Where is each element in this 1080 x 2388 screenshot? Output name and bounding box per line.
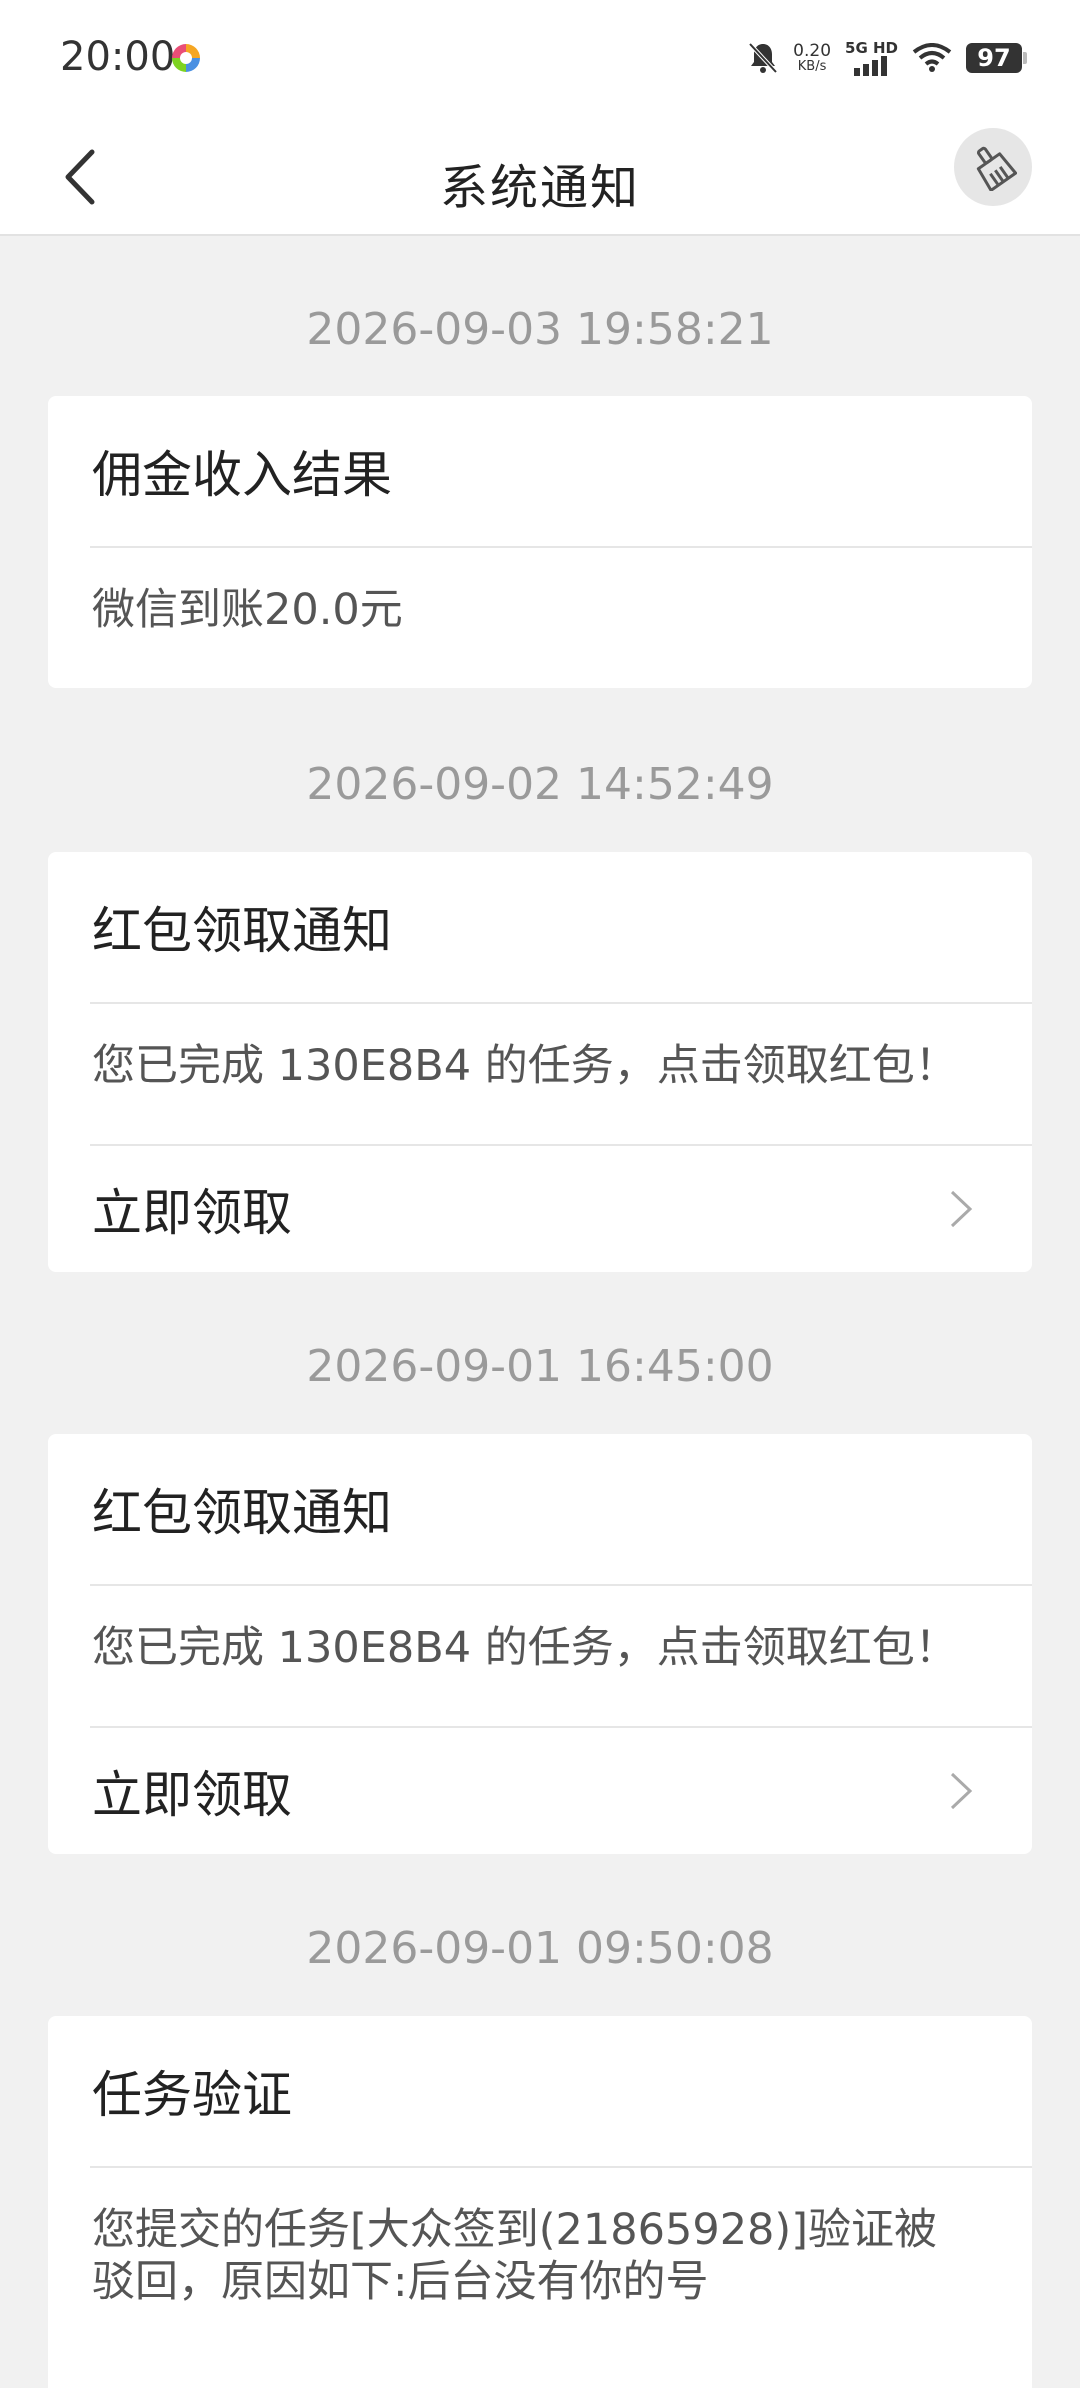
app-icon xyxy=(172,44,200,72)
nav-bar: 系统通知 xyxy=(0,118,1080,236)
status-time: 20:00 xyxy=(60,34,176,80)
notification-body: 您已完成 130E8B4 的任务，点击领取红包！ xyxy=(92,1623,958,1673)
notification-title: 红包领取通知 xyxy=(92,902,392,960)
status-icons: 0.20 KB/s 5G HD 97 xyxy=(747,36,1027,80)
claim-button[interactable]: 立即领取 xyxy=(48,1146,1032,1272)
notification-timestamp: 2026-09-02 14:52:49 xyxy=(306,759,774,810)
page-title: 系统通知 xyxy=(439,160,640,216)
chevron-right-icon xyxy=(950,1190,973,1228)
chevron-right-icon xyxy=(950,1772,973,1810)
wifi-icon xyxy=(912,43,952,72)
notification-timestamp: 2026-09-01 09:50:08 xyxy=(306,1923,774,1974)
status-bar: 20:00 0.20 KB/s 5G HD 97 xyxy=(0,0,1080,118)
notification-card[interactable]: 任务验证 您提交的任务[大众签到(21865928)]验证被驳回，原因如下:后台… xyxy=(48,2016,1032,2388)
network-indicator: 5G HD xyxy=(845,38,898,76)
battery-icon: 97 xyxy=(966,43,1027,73)
net-speed-value: 0.20 xyxy=(793,40,832,61)
net-speed: 0.20 KB/s xyxy=(793,40,832,74)
notification-timestamp: 2026-09-03 19:58:21 xyxy=(306,304,774,355)
notification-title: 佣金收入结果 xyxy=(92,446,392,504)
notification-timestamp: 2026-09-01 16:45:00 xyxy=(306,1341,774,1392)
clear-notifications-button[interactable] xyxy=(954,128,1032,206)
mute-icon xyxy=(748,42,778,74)
notification-card[interactable]: 佣金收入结果 微信到账20.0元 xyxy=(48,396,1032,688)
notification-body: 您提交的任务[大众签到(21865928)]验证被驳回，原因如下:后台没有你的号 xyxy=(92,2205,937,2307)
notification-card[interactable]: 红包领取通知 您已完成 130E8B4 的任务，点击领取红包！ 立即领取 xyxy=(48,852,1032,1272)
claim-label: 立即领取 xyxy=(92,1184,292,1242)
notification-body: 微信到账20.0元 xyxy=(92,585,403,635)
notification-title: 任务验证 xyxy=(92,2066,292,2124)
network-label: 5G HD xyxy=(845,38,898,57)
broom-icon xyxy=(976,146,1017,191)
notification-title: 红包领取通知 xyxy=(92,1484,392,1542)
notification-body: 您已完成 130E8B4 的任务，点击领取红包！ xyxy=(92,1041,958,1091)
notification-card[interactable]: 红包领取通知 您已完成 130E8B4 的任务，点击领取红包！ 立即领取 xyxy=(48,1434,1032,1854)
claim-label: 立即领取 xyxy=(92,1766,292,1824)
net-speed-unit: KB/s xyxy=(797,58,827,74)
signal-icon xyxy=(853,55,887,76)
claim-button[interactable]: 立即领取 xyxy=(48,1728,1032,1854)
